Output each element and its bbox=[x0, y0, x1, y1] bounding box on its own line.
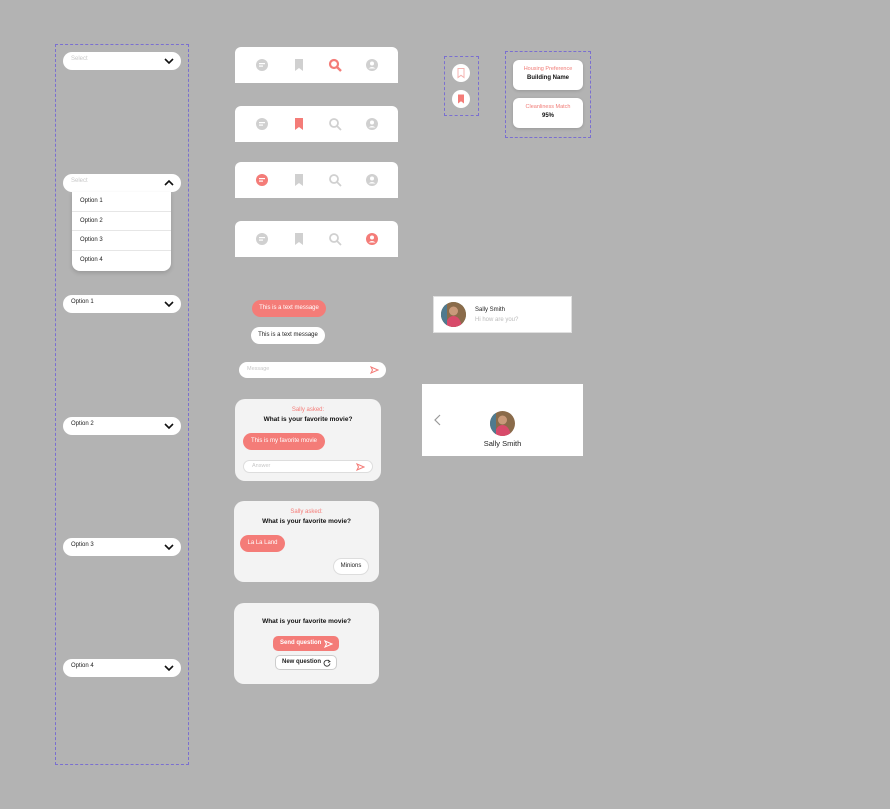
send-question-label: Send question bbox=[280, 640, 322, 646]
chevron-down-icon bbox=[164, 665, 174, 672]
bookmark-icon[interactable] bbox=[292, 232, 306, 246]
chat-header-name: Sally Smith bbox=[483, 439, 522, 448]
chat-icon[interactable] bbox=[255, 58, 269, 72]
chevron-down-icon bbox=[164, 423, 174, 430]
dropdown-option-4[interactable]: Option 4 bbox=[72, 251, 171, 271]
housing-preference-card: Housing Preference Building Name bbox=[513, 60, 583, 90]
cleanliness-value: 95% bbox=[541, 113, 554, 119]
navbar-search-active bbox=[235, 47, 398, 83]
received-message: This is a text message bbox=[251, 327, 325, 344]
refresh-icon bbox=[323, 659, 331, 667]
question-text: What is your favorite movie? bbox=[262, 618, 351, 625]
dropdown-option-3[interactable]: Option 3 bbox=[72, 231, 171, 251]
select-option-3[interactable]: Option 3 bbox=[63, 538, 181, 556]
my-answer-bubble: La La Land bbox=[240, 535, 285, 552]
new-question-button[interactable]: New question bbox=[275, 655, 337, 670]
select-value: Option 1 bbox=[71, 299, 94, 305]
avatar bbox=[441, 302, 466, 327]
navbar-profile-active bbox=[235, 221, 398, 257]
answer-bubble: This is my favorite movie bbox=[243, 433, 325, 450]
profile-icon[interactable] bbox=[365, 232, 379, 246]
navbar-chat-active bbox=[235, 162, 398, 198]
chevron-down-icon bbox=[164, 301, 174, 308]
select-open[interactable]: Select bbox=[63, 174, 181, 192]
send-icon[interactable] bbox=[356, 463, 365, 471]
chevron-up-icon bbox=[164, 179, 174, 186]
answer-placeholder: Answer bbox=[252, 463, 271, 469]
profile-icon[interactable] bbox=[365, 173, 379, 187]
send-icon bbox=[324, 640, 333, 648]
select-value: Option 4 bbox=[71, 663, 94, 669]
question-text: What is your favorite movie? bbox=[263, 416, 353, 423]
new-question-label: New question bbox=[282, 659, 322, 665]
bookmark-toggle-off[interactable] bbox=[452, 64, 470, 82]
chevron-down-icon bbox=[164, 544, 174, 551]
sent-message: This is a text message bbox=[252, 300, 326, 317]
send-question-button[interactable]: Send question bbox=[273, 636, 339, 651]
bookmark-icon[interactable] bbox=[292, 58, 306, 72]
answer-input[interactable]: Answer bbox=[243, 460, 373, 473]
chat-icon[interactable] bbox=[255, 173, 269, 187]
their-answer-bubble: Minions bbox=[333, 558, 369, 575]
search-icon[interactable] bbox=[328, 58, 342, 72]
dropdown-option-2[interactable]: Option 2 bbox=[72, 212, 171, 231]
avatar bbox=[490, 411, 515, 436]
chevron-down-icon bbox=[164, 58, 174, 65]
chat-contact-name: Sally Smith bbox=[475, 307, 506, 313]
bookmark-outline-icon bbox=[457, 68, 465, 79]
dropdown-option-1[interactable]: Option 1 bbox=[72, 192, 171, 212]
select-component-frame bbox=[55, 44, 189, 765]
question-text: What is your favorite movie? bbox=[262, 518, 351, 525]
select-closed[interactable]: Select bbox=[63, 52, 181, 70]
select-option-1[interactable]: Option 1 bbox=[63, 295, 181, 313]
message-input[interactable]: Message bbox=[239, 362, 386, 378]
chat-list-item[interactable]: Sally Smith Hi how are you? bbox=[433, 296, 572, 333]
cleanliness-match-card: Cleanliness Match 95% bbox=[513, 98, 583, 128]
select-dropdown-menu: Option 1 Option 2 Option 3 Option 4 bbox=[72, 192, 171, 271]
chat-preview: Hi how are you? bbox=[475, 317, 519, 323]
back-arrow-icon[interactable] bbox=[434, 414, 442, 426]
bookmark-icon[interactable] bbox=[292, 173, 306, 187]
housing-value: Building Name bbox=[526, 75, 569, 81]
navbar-bookmark-active bbox=[235, 106, 398, 142]
select-value: Option 3 bbox=[71, 542, 94, 548]
question-asker: Sally asked: bbox=[290, 509, 323, 515]
profile-icon[interactable] bbox=[365, 58, 379, 72]
message-placeholder: Message bbox=[247, 366, 270, 372]
profile-icon[interactable] bbox=[365, 117, 379, 131]
chat-icon[interactable] bbox=[255, 117, 269, 131]
cleanliness-label: Cleanliness Match bbox=[525, 104, 571, 110]
bookmark-filled-icon bbox=[458, 94, 464, 104]
chat-header: Sally Smith bbox=[422, 384, 583, 456]
select-placeholder-open: Select bbox=[71, 178, 88, 184]
select-value: Option 2 bbox=[71, 421, 94, 427]
select-placeholder: Select bbox=[71, 56, 88, 62]
housing-label: Housing Preference bbox=[523, 66, 573, 72]
bookmark-toggle-on[interactable] bbox=[452, 90, 470, 108]
select-option-4[interactable]: Option 4 bbox=[63, 659, 181, 677]
question-asker: Sally asked: bbox=[291, 407, 325, 413]
bookmark-icon[interactable] bbox=[292, 117, 306, 131]
search-icon[interactable] bbox=[328, 117, 342, 131]
search-icon[interactable] bbox=[328, 173, 342, 187]
select-option-2[interactable]: Option 2 bbox=[63, 417, 181, 435]
chat-icon[interactable] bbox=[255, 232, 269, 246]
send-icon[interactable] bbox=[370, 366, 379, 374]
search-icon[interactable] bbox=[328, 232, 342, 246]
